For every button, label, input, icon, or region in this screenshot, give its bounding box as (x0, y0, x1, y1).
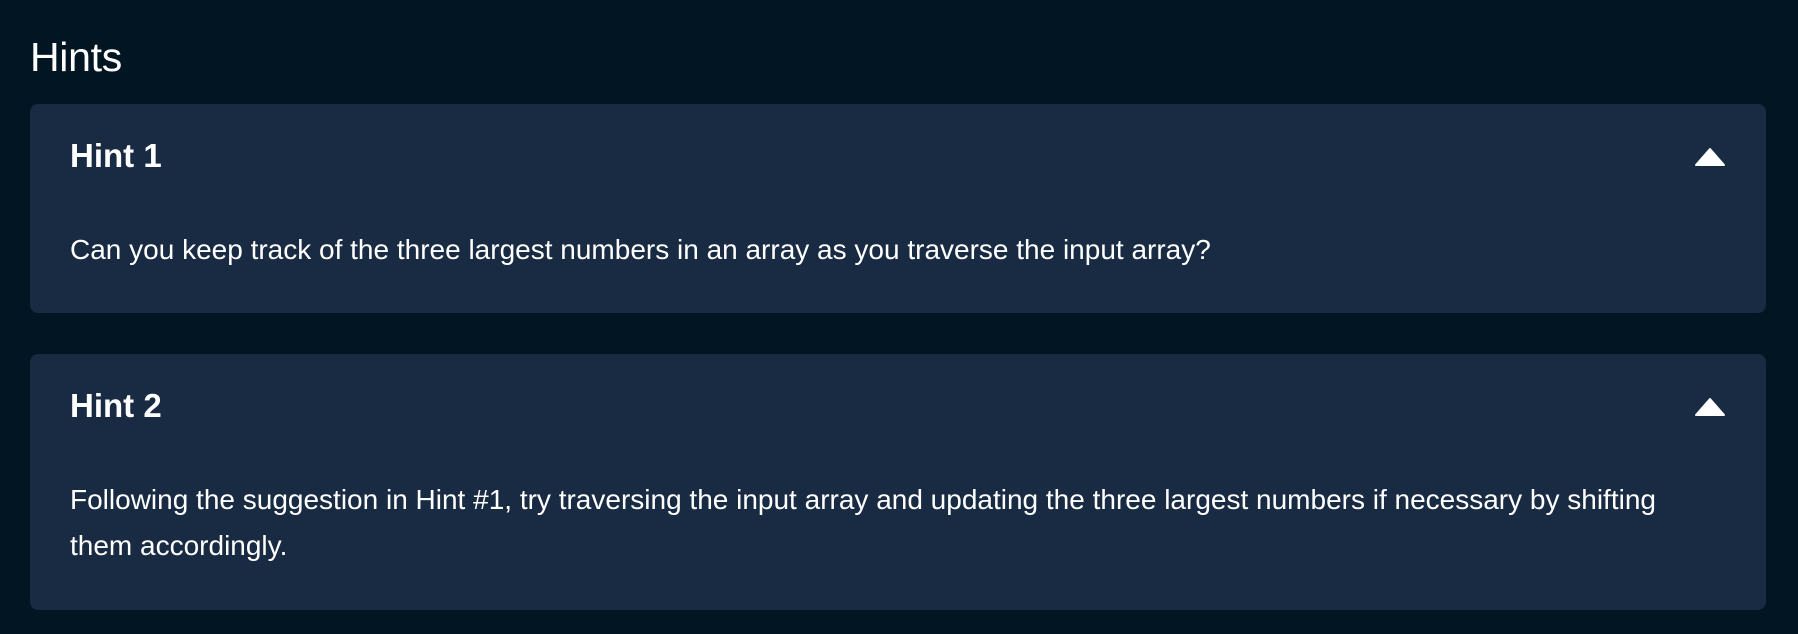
hint-1-title: Hint 1 (70, 137, 162, 174)
hint-1-header[interactable]: Hint 1 (30, 104, 1766, 210)
hint-2-title: Hint 2 (70, 387, 162, 424)
hint-2-body: Following the suggestion in Hint #1, try… (70, 484, 1656, 561)
chevron-up-icon[interactable] (1694, 397, 1726, 417)
chevron-up-icon[interactable] (1694, 147, 1726, 167)
hint-card-2: Hint 2 Following the suggestion in Hint … (30, 354, 1766, 610)
hint-1-body: Can you keep track of the three largest … (70, 234, 1211, 265)
hint-card-1: Hint 1 Can you keep track of the three l… (30, 104, 1766, 313)
section-title: Hints (30, 34, 122, 80)
hint-2-header[interactable]: Hint 2 (30, 354, 1766, 460)
